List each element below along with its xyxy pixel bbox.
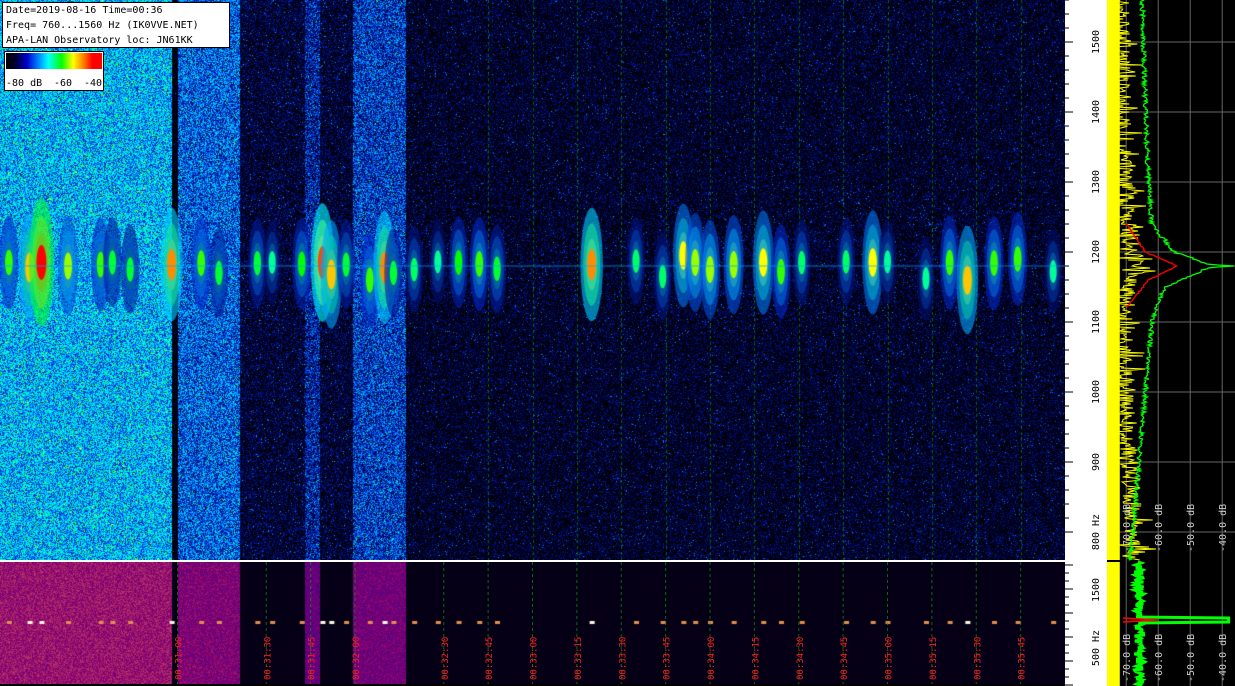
strip-time-tick-label: 00:33:00 <box>530 637 540 680</box>
spectrum-db-tick-label: -40.0 dB <box>1218 504 1229 552</box>
strip-spectrum-db-tick-label: -60.0 dB <box>1154 634 1165 682</box>
frequency-line: Freq= 760...1560 Hz (IK0VVE.NET) <box>6 20 199 31</box>
strip-time-tick-label: 00:35:45 <box>1018 637 1028 680</box>
strip-time-tick-label: 00:35:15 <box>929 637 939 680</box>
freq-tick-label: 1500 <box>1091 30 1102 54</box>
colorbar-legend: -80 dB -60 -40 <box>4 51 104 91</box>
spectrum-db-tick-label: -60.0 dB <box>1154 504 1165 552</box>
strip-time-tick-label: 00:31:45 <box>308 637 318 680</box>
strip-time-tick-label: 00:35:00 <box>885 637 895 680</box>
strip-time-tick-label: 00:31:00 <box>175 637 185 680</box>
spectrum-db-tick-label: -70.0 dB <box>1122 504 1133 552</box>
freq-tick-label: 1200 <box>1091 240 1102 264</box>
strip-time-tick-label: 00:35:30 <box>973 637 983 680</box>
colorbar-gradient <box>6 53 102 69</box>
freq-tick-label: 900 <box>1091 453 1102 471</box>
freq-tick-label: 1300 <box>1091 170 1102 194</box>
strip-time-tick-label: 00:34:45 <box>840 637 850 680</box>
spectrum-panel: -70.0 dB -60.0 dB -50.0 dB -40.0 dB -70.0 d… <box>1107 0 1235 686</box>
spectrum-db-tick-label: -50.0 dB <box>1186 504 1197 552</box>
info-box: Date=2019-08-16 Time=00:36 Freq= 760...1… <box>2 2 230 48</box>
colorbar-label-min: -80 dB <box>6 78 43 89</box>
strip-time-tick-label: 00:34:00 <box>707 637 717 680</box>
panel-divider <box>0 560 1235 562</box>
strip-time-tick-label: 00:33:30 <box>618 637 628 680</box>
freq-tick-label: 800 Hz <box>1091 514 1102 550</box>
waterfall-spectrogram <box>0 0 1065 560</box>
freq-tick-label: 1100 <box>1091 310 1102 334</box>
date-time-line: Date=2019-08-16 Time=00:36 <box>6 5 163 16</box>
colorbar-label-mid: -60 <box>54 78 73 89</box>
strip-spectrum-db-tick-label: -50.0 dB <box>1186 634 1197 682</box>
freq-tick-label: 1000 <box>1091 380 1102 404</box>
strip-time-tick-label: 00:32:45 <box>485 637 495 680</box>
frequency-axis: 800 Hz 900 1000 1100 1200 1300 1400 1500 500 Hz… <box>1065 0 1107 686</box>
freq-tick-label: 1400 <box>1091 100 1102 124</box>
strip-time-tick-label: 00:33:45 <box>663 637 673 680</box>
observatory-line: APA-LAN Observatory loc: JN61KK <box>6 35 193 46</box>
strip-time-tick-label: 00:32:30 <box>441 637 451 680</box>
strip-time-tick-label: 00:31:30 <box>263 637 273 680</box>
strip-freq-tick-label: 500 Hz <box>1091 630 1102 666</box>
strip-time-tick-label: 00:33:15 <box>574 637 584 680</box>
colorbar-label-max: -40 <box>83 78 102 89</box>
strip-spectrum-db-tick-label: -40.0 dB <box>1218 634 1229 682</box>
strip-time-axis: 00:31:00 00:31:30 00:31:45 00:32:00 00:32:30… <box>175 562 1028 684</box>
strip-time-tick-label: 00:32:00 <box>352 637 362 680</box>
strip-time-tick-label: 00:34:30 <box>796 637 806 680</box>
strip-time-tick-label: 00:34:15 <box>751 637 761 680</box>
strip-spectrum-fill <box>1107 562 1120 686</box>
strip-spectrum-db-tick-label: -70.0 dB <box>1122 634 1133 682</box>
strip-freq-tick-label: 1500 <box>1091 578 1102 602</box>
